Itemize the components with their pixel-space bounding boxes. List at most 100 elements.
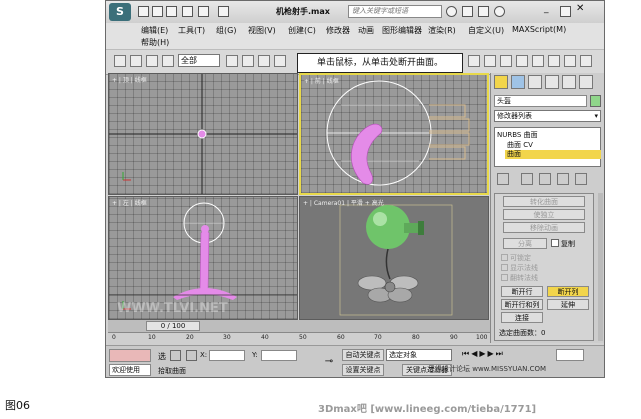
pin-stack-icon[interactable] xyxy=(497,173,509,185)
window-crossing-icon[interactable] xyxy=(274,55,286,67)
convert-surface-button[interactable]: 转化曲面 xyxy=(503,196,585,207)
align-icon[interactable] xyxy=(484,55,496,67)
make-independent-button[interactable]: 使独立 xyxy=(503,209,585,220)
menu-animation[interactable]: 动画 xyxy=(358,25,374,36)
favorites-icon[interactable] xyxy=(478,6,489,17)
go-to-start-icon[interactable]: ⏮ xyxy=(462,349,471,358)
current-frame-field[interactable] xyxy=(556,349,584,361)
go-to-end-icon[interactable]: ⏭ xyxy=(496,349,505,358)
modify-tab-icon[interactable] xyxy=(511,75,525,89)
viewport-top-label[interactable]: + | 顶 | 线框 xyxy=(112,75,147,84)
close-icon[interactable]: ✕ xyxy=(576,3,587,14)
new-file-icon[interactable] xyxy=(138,6,149,17)
select-by-name-icon[interactable] xyxy=(242,55,254,67)
flip-normals-checkbox[interactable] xyxy=(501,274,508,281)
menu-maxscript[interactable]: MAXScript(M) xyxy=(512,25,566,34)
menu-edit[interactable]: 编辑(E) xyxy=(141,25,168,36)
motion-tab-icon[interactable] xyxy=(545,75,559,89)
playback-controls[interactable]: ⏮◀▶▶⏭ xyxy=(462,349,552,361)
menu-help[interactable]: 帮助(H) xyxy=(141,37,169,48)
selection-filter-dropdown[interactable]: 全部 xyxy=(178,54,220,67)
layer-manager-icon[interactable] xyxy=(500,55,512,67)
x-coordinate-field[interactable] xyxy=(209,350,245,361)
viewport-front-label[interactable]: + | 前 | 线框 xyxy=(304,76,339,85)
show-normals-checkbox[interactable] xyxy=(501,264,508,271)
schematic-view-icon[interactable] xyxy=(532,55,544,67)
viewport-left-label[interactable]: + | 左 | 线框 xyxy=(112,198,147,207)
search-icon[interactable] xyxy=(446,6,457,17)
viewport-left[interactable]: + | 左 | 线框 WWW.TLVI.NET xyxy=(108,196,298,320)
hierarchy-tab-icon[interactable] xyxy=(528,75,542,89)
unlink-icon[interactable] xyxy=(130,55,142,67)
play-icon[interactable]: ▶ xyxy=(479,349,487,358)
undo-icon[interactable] xyxy=(182,6,193,17)
maximize-icon[interactable] xyxy=(560,6,571,17)
viewport-top[interactable]: + | 顶 | 线框 xyxy=(108,73,298,195)
redo-icon[interactable] xyxy=(198,6,209,17)
render-setup-icon[interactable] xyxy=(564,55,576,67)
menu-customize[interactable]: 自定义(U) xyxy=(468,25,504,36)
viewport-camera[interactable]: + | Camera01 | 平滑 + 高光 xyxy=(299,196,489,320)
object-color-swatch[interactable] xyxy=(590,95,601,107)
menu-group[interactable]: 组(G) xyxy=(216,25,236,36)
stack-item-nurbs[interactable]: NURBS 曲面 xyxy=(497,130,538,140)
join-button[interactable]: 连接 xyxy=(501,312,543,323)
render-icon[interactable] xyxy=(580,55,592,67)
lock-icon[interactable] xyxy=(170,350,181,361)
rectangular-selection-icon[interactable] xyxy=(258,55,270,67)
filter-icon[interactable] xyxy=(162,55,174,67)
link-icon[interactable] xyxy=(114,55,126,67)
break-both-button[interactable]: 断开行和列 xyxy=(501,299,543,310)
stack-item-surface[interactable]: 曲面 xyxy=(505,150,601,159)
lockable-checkbox[interactable] xyxy=(501,254,508,261)
key-icon[interactable]: ⊸ xyxy=(320,356,338,370)
menu-rendering[interactable]: 渲染(R) xyxy=(428,25,456,36)
y-coordinate-field[interactable] xyxy=(261,350,297,361)
menu-tools[interactable]: 工具(T) xyxy=(178,25,205,36)
set-key-button[interactable]: 设置关键点 xyxy=(342,364,384,376)
welcome-field[interactable]: 欢迎使用 xyxy=(109,364,151,376)
save-icon[interactable] xyxy=(166,6,177,17)
curve-editor-icon[interactable] xyxy=(516,55,528,67)
menu-create[interactable]: 创建(C) xyxy=(288,25,316,36)
help-icon[interactable] xyxy=(494,6,505,17)
app-logo-icon[interactable]: S xyxy=(109,3,131,21)
viewport-camera-label[interactable]: + | Camera01 | 平滑 + 高光 xyxy=(303,198,384,207)
time-slider-track[interactable]: 0 / 100 xyxy=(108,320,490,332)
extend-button[interactable]: 延伸 xyxy=(547,299,589,310)
next-frame-icon[interactable]: ▶ xyxy=(488,349,496,358)
key-set-dropdown[interactable]: 选定对象 xyxy=(386,349,452,361)
bind-space-warp-icon[interactable] xyxy=(146,55,158,67)
project-folder-icon[interactable] xyxy=(218,6,229,17)
viewport-front[interactable]: + | 前 | 线框 xyxy=(299,73,489,195)
search-input[interactable]: 键入关键字或短语 xyxy=(348,5,442,18)
menu-views[interactable]: 视图(V) xyxy=(248,25,276,36)
object-name-field[interactable]: 头盔 xyxy=(494,95,587,107)
make-unique-icon[interactable] xyxy=(539,173,551,185)
copy-checkbox[interactable] xyxy=(551,239,559,247)
menu-graph-editors[interactable]: 图形编辑器 xyxy=(382,25,422,36)
display-tab-icon[interactable] xyxy=(562,75,576,89)
select-object-icon[interactable] xyxy=(226,55,238,67)
modifier-list-dropdown[interactable]: 修改器列表 ▾ xyxy=(494,110,601,122)
subscription-icon[interactable] xyxy=(462,6,473,17)
minimize-icon[interactable]: _ xyxy=(544,4,555,15)
configure-sets-icon[interactable] xyxy=(575,173,587,185)
show-end-result-icon[interactable] xyxy=(521,173,533,185)
time-slider[interactable]: 0 / 100 xyxy=(146,321,200,331)
absolute-mode-icon[interactable] xyxy=(186,350,197,361)
remove-modifier-icon[interactable] xyxy=(557,173,569,185)
break-row-button[interactable]: 断开行 xyxy=(501,286,543,297)
material-editor-icon[interactable] xyxy=(548,55,560,67)
maxscript-listener[interactable] xyxy=(109,349,151,362)
auto-key-button[interactable]: 自动关键点 xyxy=(342,349,384,361)
break-column-button[interactable]: 断开列 xyxy=(547,286,589,297)
panel-scrollbar[interactable] xyxy=(598,193,603,341)
utilities-tab-icon[interactable] xyxy=(579,75,593,89)
open-file-icon[interactable] xyxy=(152,6,163,17)
remove-animation-button[interactable]: 移除动画 xyxy=(503,222,585,233)
create-tab-icon[interactable] xyxy=(494,75,508,89)
menu-modifiers[interactable]: 修改器 xyxy=(326,25,350,36)
stack-item-surface-cv[interactable]: 曲面 CV xyxy=(507,140,533,150)
mirror-icon[interactable] xyxy=(468,55,480,67)
